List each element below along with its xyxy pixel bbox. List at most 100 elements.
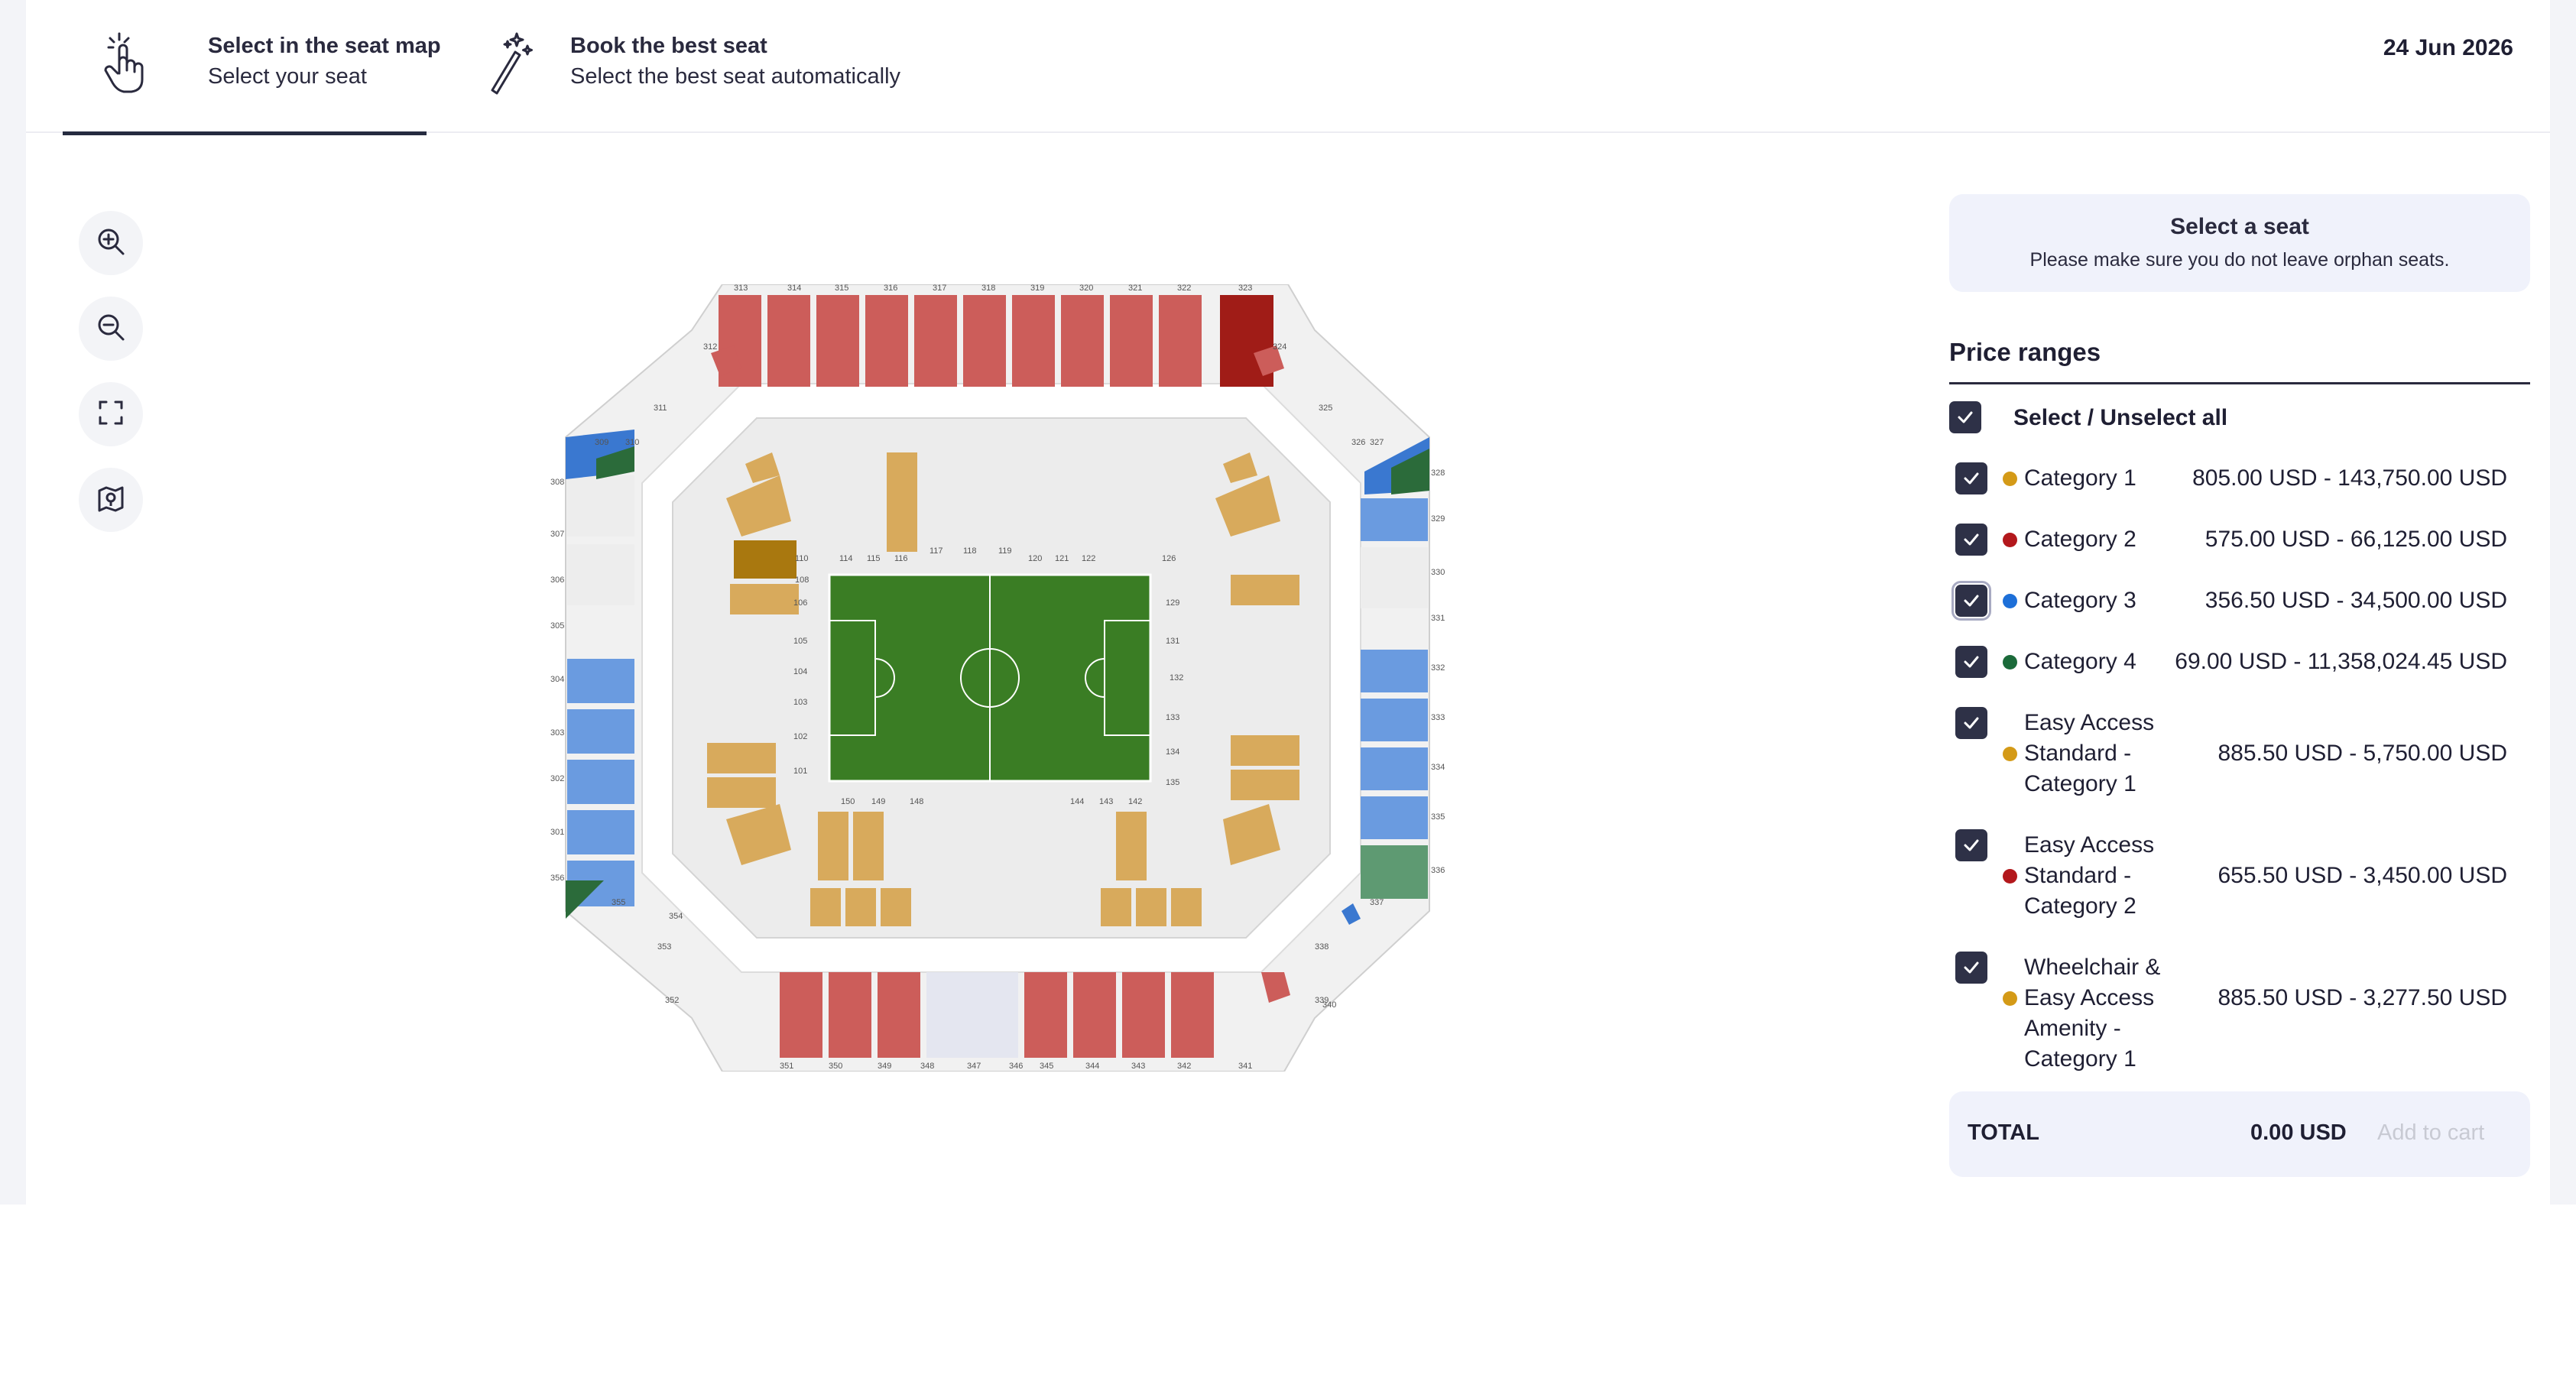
category-checkbox[interactable] (1955, 524, 1987, 556)
svg-text:101: 101 (793, 767, 807, 776)
fullscreen-button[interactable] (79, 382, 143, 446)
category-name: Easy Access Standard - Category 1 (2024, 710, 2155, 796)
category-name: Category 3 (2024, 588, 2136, 613)
category-row[interactable]: Easy Access Standard - Category 2 655.50… (1949, 829, 2530, 921)
svg-text:135: 135 (1166, 778, 1179, 787)
svg-text:115: 115 (867, 554, 881, 563)
category-row[interactable]: Wheelchair & Easy Access Amenity - Categ… (1949, 952, 2530, 1072)
tab-title: Book the best seat (570, 34, 767, 58)
svg-text:303: 303 (550, 728, 564, 738)
svg-text:117: 117 (930, 546, 943, 556)
category-checkbox[interactable] (1955, 707, 1987, 739)
svg-text:322: 322 (1177, 284, 1191, 293)
svg-text:332: 332 (1431, 663, 1445, 673)
svg-text:324: 324 (1273, 342, 1286, 352)
svg-text:306: 306 (550, 576, 564, 585)
svg-text:129: 129 (1166, 598, 1179, 608)
svg-text:102: 102 (793, 732, 807, 741)
tab-select-in-seat-map[interactable]: Select in the seat map Select your seat (63, 0, 441, 135)
top-upper-sections (719, 295, 1273, 387)
category-checkbox[interactable] (1955, 462, 1987, 494)
category-checkbox[interactable] (1951, 581, 1991, 621)
svg-text:110: 110 (795, 554, 809, 563)
category-name: Category 2 (2024, 527, 2136, 552)
svg-text:317: 317 (933, 284, 946, 293)
category-row[interactable]: Category 4 69.00 USD - 11,358,024.45 USD (1949, 646, 2530, 678)
svg-text:126: 126 (1162, 554, 1176, 563)
check-icon (1964, 656, 1979, 668)
svg-text:346: 346 (1009, 1062, 1023, 1071)
svg-text:318: 318 (981, 284, 995, 293)
zoom-out-button[interactable] (79, 297, 143, 361)
svg-text:335: 335 (1431, 812, 1445, 822)
svg-text:354: 354 (669, 912, 683, 921)
svg-text:316: 316 (884, 284, 897, 293)
svg-text:132: 132 (1170, 673, 1183, 683)
fullscreen-icon (96, 397, 126, 432)
svg-text:320: 320 (1079, 284, 1093, 293)
svg-text:311: 311 (654, 404, 667, 413)
svg-text:336: 336 (1431, 866, 1445, 875)
check-icon (1964, 717, 1979, 729)
tab-book-best-seat[interactable]: Book the best seat Select the best seat … (462, 0, 997, 131)
notice-subtitle: Please make sure you do not leave orphan… (2029, 249, 2450, 271)
check-icon (1964, 533, 1979, 546)
category-checkbox[interactable] (1955, 829, 1987, 861)
svg-text:337: 337 (1370, 898, 1384, 907)
category-row[interactable]: Category 2 575.00 USD - 66,125.00 USD (1949, 524, 2530, 556)
category-price: 356.50 USD - 34,500.00 USD (2205, 588, 2507, 613)
svg-text:347: 347 (967, 1062, 981, 1071)
magic-wand-icon (485, 31, 538, 95)
svg-text:314: 314 (787, 284, 801, 293)
svg-text:114: 114 (839, 554, 853, 563)
svg-text:325: 325 (1319, 404, 1332, 413)
svg-text:333: 333 (1431, 713, 1445, 722)
svg-text:328: 328 (1431, 469, 1445, 478)
category-row[interactable]: Easy Access Standard - Category 1 885.50… (1949, 707, 2530, 799)
svg-text:341: 341 (1238, 1062, 1252, 1071)
category-checkbox[interactable] (1955, 952, 1987, 984)
total-bar: TOTAL 0.00 USD Add to cart (1949, 1091, 2530, 1177)
svg-text:334: 334 (1431, 763, 1445, 772)
svg-text:106: 106 (793, 598, 807, 608)
svg-text:301: 301 (550, 828, 564, 837)
svg-text:122: 122 (1082, 554, 1095, 563)
category-color-dot (2003, 655, 2017, 670)
stadium-seat-map[interactable]: 313 314 315 316 317 318 319 320 321 322 323 351 350… (550, 284, 1445, 1072)
svg-text:351: 351 (780, 1062, 793, 1071)
hand-pointer-icon (99, 31, 153, 95)
add-to-cart-button[interactable]: Add to cart (2377, 1120, 2484, 1146)
map-view-button[interactable] (79, 468, 143, 532)
category-price: 805.00 USD - 143,750.00 USD (2192, 465, 2507, 491)
svg-text:142: 142 (1128, 797, 1142, 806)
zoom-in-button[interactable] (79, 211, 143, 275)
category-color-dot (2003, 747, 2017, 761)
svg-text:312: 312 (703, 342, 717, 352)
zoom-out-icon (96, 312, 126, 346)
top-bar: Select in the seat map Select your seat … (26, 0, 2550, 135)
select-seat-notice: Select a seat Please make sure you do no… (1949, 194, 2530, 292)
category-name: Easy Access Standard - Category 2 (2024, 832, 2155, 919)
category-color-dot (2003, 472, 2017, 486)
svg-text:116: 116 (894, 554, 908, 563)
category-row[interactable]: Category 3 356.50 USD - 34,500.00 USD (1949, 581, 2530, 621)
total-label: TOTAL (1968, 1120, 2039, 1145)
category-price: 885.50 USD - 5,750.00 USD (2218, 741, 2507, 766)
category-row[interactable]: Category 1 805.00 USD - 143,750.00 USD (1949, 462, 2530, 494)
svg-text:356: 356 (550, 874, 564, 883)
svg-text:344: 344 (1085, 1062, 1099, 1071)
svg-text:108: 108 (795, 576, 809, 585)
select-all-checkbox[interactable] (1949, 401, 1981, 433)
svg-text:305: 305 (550, 621, 564, 631)
svg-text:342: 342 (1177, 1062, 1191, 1071)
svg-text:326: 326 (1351, 438, 1365, 447)
tab-subtitle: Select the best seat automatically (570, 64, 901, 89)
svg-text:149: 149 (871, 797, 885, 806)
svg-text:327: 327 (1370, 438, 1384, 447)
category-checkbox[interactable] (1955, 646, 1987, 678)
price-ranges-heading: Price ranges (1949, 338, 2530, 384)
check-icon (1964, 472, 1979, 485)
check-icon (1964, 595, 1979, 607)
map-view-icon (96, 483, 126, 517)
bottom-upper-sections (780, 972, 1214, 1058)
